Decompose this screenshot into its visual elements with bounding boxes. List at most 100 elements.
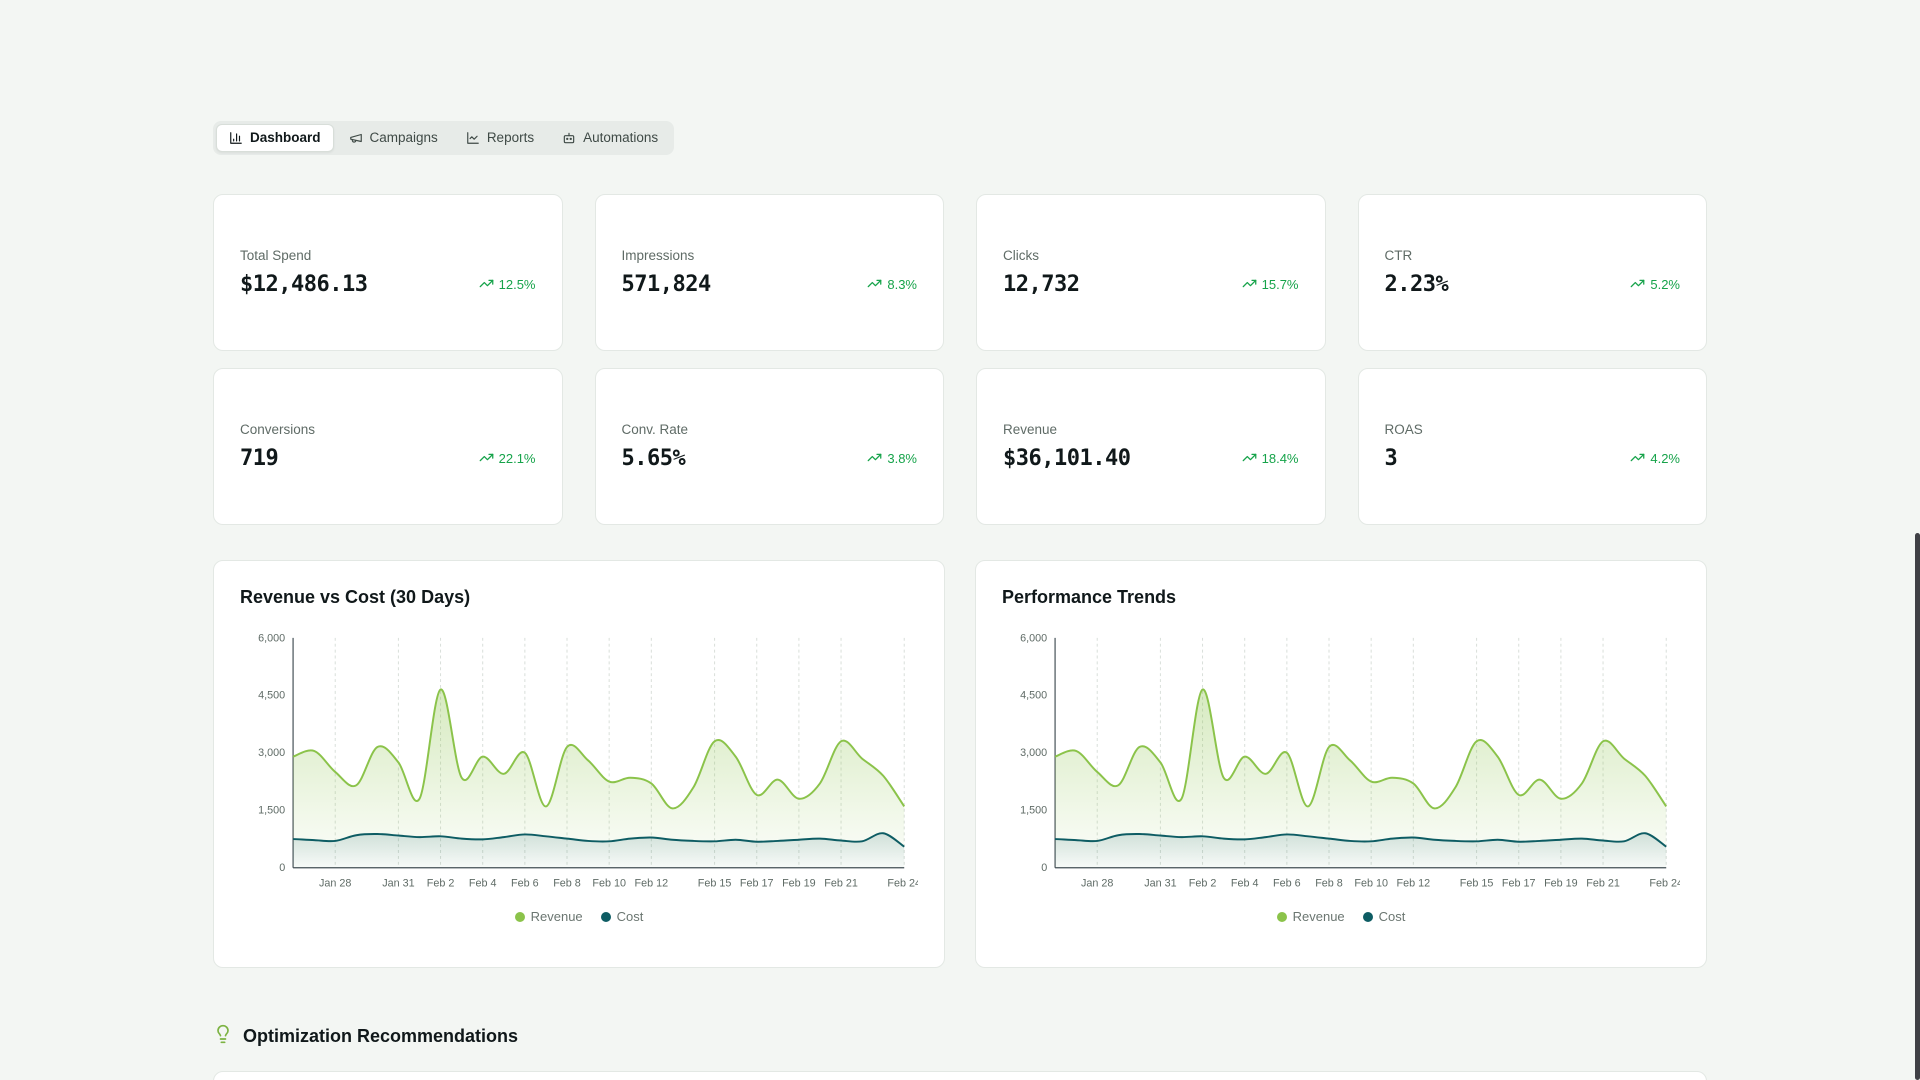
- tab-label: Campaigns: [369, 130, 438, 145]
- chart-card: Revenue vs Cost (30 Days) 0 1,500 3,000 4,5…: [213, 560, 945, 969]
- svg-text:Feb 8: Feb 8: [1315, 878, 1343, 890]
- svg-text:Feb 6: Feb 6: [1273, 878, 1301, 890]
- kpi-change: 4.2%: [1630, 450, 1680, 468]
- kpi-change-value: 12.5%: [498, 277, 536, 293]
- legend-dot: [600, 911, 611, 922]
- svg-text:Feb 2: Feb 2: [427, 878, 455, 890]
- svg-text:Feb 15: Feb 15: [1460, 878, 1494, 890]
- svg-text:6,000: 6,000: [1020, 632, 1047, 644]
- legend-label: Cost: [616, 909, 644, 925]
- legend-dot: [1276, 911, 1287, 922]
- kpi-change-value: 4.2%: [1650, 451, 1680, 467]
- svg-text:3,000: 3,000: [1020, 747, 1047, 759]
- charts-row: Revenue vs Cost (30 Days) 0 1,500 3,000 4,5…: [213, 560, 1707, 969]
- tab-label: Automations: [583, 130, 659, 145]
- svg-text:Jan 31: Jan 31: [1144, 878, 1176, 890]
- tab-campaigns[interactable]: Campaigns: [336, 124, 451, 152]
- legend-label: Revenue: [530, 909, 583, 925]
- svg-text:Feb 21: Feb 21: [1586, 878, 1620, 890]
- svg-text:Feb 17: Feb 17: [1502, 878, 1536, 890]
- kpi-card: Total Spend $12,486.13 12.5%: [213, 194, 563, 352]
- kpi-label: Impressions: [621, 248, 695, 264]
- kpi-change: 18.4%: [1242, 450, 1299, 468]
- chart-title: Revenue vs Cost (30 Days): [240, 587, 471, 608]
- kpi-change: 3.8%: [867, 450, 917, 468]
- svg-text:Feb 24: Feb 24: [887, 878, 918, 890]
- svg-text:1,500: 1,500: [258, 805, 285, 817]
- bot-icon: [562, 131, 576, 145]
- kpi-value: 719: [240, 446, 279, 472]
- recommendations-header: Optimization Recommendations: [213, 1024, 1707, 1049]
- kpi-value: $36,101.40: [1003, 446, 1131, 472]
- trending-up-icon: [867, 276, 882, 294]
- legend-label: Cost: [1378, 909, 1406, 925]
- dashboard-page: Dashboard Campaigns Reports Automations …: [213, 0, 1707, 1080]
- tab-automations[interactable]: Automations: [549, 124, 671, 152]
- lightbulb-icon: [213, 1024, 233, 1049]
- kpi-change: 8.3%: [867, 276, 917, 294]
- kpi-change-value: 8.3%: [887, 277, 917, 293]
- trending-up-icon: [1242, 276, 1257, 294]
- svg-text:Feb 21: Feb 21: [824, 878, 858, 890]
- tab-label: Dashboard: [250, 130, 321, 145]
- svg-text:0: 0: [279, 862, 285, 874]
- legend-item: Revenue: [1276, 909, 1345, 925]
- kpi-card: Conv. Rate 5.65% 3.8%: [594, 368, 944, 526]
- svg-text:Feb 12: Feb 12: [1397, 878, 1431, 890]
- tab-reports[interactable]: Reports: [453, 124, 547, 152]
- legend-dot: [1362, 911, 1373, 922]
- svg-text:Feb 19: Feb 19: [782, 878, 816, 890]
- svg-text:Feb 12: Feb 12: [635, 878, 669, 890]
- kpi-card: Conversions 719 22.1%: [213, 368, 563, 526]
- kpi-card: CTR 2.23% 5.2%: [1357, 194, 1707, 352]
- kpi-label: Conversions: [240, 422, 316, 438]
- kpi-value: 2.23%: [1384, 272, 1449, 298]
- legend-label: Revenue: [1292, 909, 1345, 925]
- kpi-value: $12,486.13: [240, 272, 368, 298]
- kpi-change-value: 15.7%: [1261, 277, 1299, 293]
- kpi-value: 571,824: [621, 272, 712, 298]
- svg-text:4,500: 4,500: [258, 690, 285, 702]
- recommendations-section: Optimization Recommendations: [213, 1024, 1707, 1080]
- legend-item: Cost: [600, 909, 644, 925]
- kpi-grid: Total Spend $12,486.13 12.5% Impressions…: [213, 194, 1707, 526]
- svg-text:3,000: 3,000: [258, 747, 285, 759]
- kpi-change-value: 3.8%: [887, 451, 917, 467]
- scrollbar-thumb[interactable]: [1915, 533, 1920, 1080]
- svg-text:Feb 10: Feb 10: [592, 878, 626, 890]
- line-chart-icon: [466, 131, 480, 145]
- svg-text:Feb 10: Feb 10: [1354, 878, 1388, 890]
- kpi-label: CTR: [1384, 248, 1413, 264]
- chart-card: Performance Trends 0 1,500 3,000 4,500 6,000…: [975, 560, 1707, 969]
- kpi-value: 3: [1384, 446, 1398, 472]
- chart-legend: Revenue Cost: [1002, 909, 1680, 924]
- kpi-value: 5.65%: [621, 446, 686, 472]
- kpi-change-value: 22.1%: [498, 451, 536, 467]
- kpi-change: 12.5%: [479, 276, 536, 294]
- svg-text:Jan 28: Jan 28: [1081, 878, 1113, 890]
- kpi-card: ROAS 3 4.2%: [1357, 368, 1707, 526]
- tab-bar: Dashboard Campaigns Reports Automations: [213, 121, 675, 156]
- kpi-label: ROAS: [1384, 422, 1423, 438]
- trending-up-icon: [1630, 276, 1645, 294]
- trending-up-icon: [479, 276, 494, 294]
- chart-plot: 0 1,500 3,000 4,500 6,000 Jan 28 Jan 31 Feb 2 Fe…: [1002, 628, 1680, 899]
- svg-text:Feb 4: Feb 4: [1231, 878, 1259, 890]
- tab-dashboard[interactable]: Dashboard: [216, 124, 334, 153]
- kpi-change-value: 18.4%: [1261, 451, 1299, 467]
- svg-text:Feb 4: Feb 4: [469, 878, 497, 890]
- svg-text:Jan 31: Jan 31: [382, 878, 414, 890]
- trending-up-icon: [1242, 450, 1257, 468]
- kpi-change: 15.7%: [1242, 276, 1299, 294]
- chart-plot: 0 1,500 3,000 4,500 6,000 Jan 28 Jan 31 Feb 2 Fe…: [240, 628, 918, 899]
- svg-text:Feb 19: Feb 19: [1544, 878, 1578, 890]
- kpi-label: Conv. Rate: [621, 422, 689, 438]
- legend-dot: [514, 911, 525, 922]
- kpi-card: Impressions 571,824 8.3%: [594, 194, 944, 352]
- megaphone-icon: [349, 131, 363, 145]
- svg-text:Feb 24: Feb 24: [1649, 878, 1680, 890]
- kpi-change: 5.2%: [1630, 276, 1680, 294]
- trending-up-icon: [867, 450, 882, 468]
- trending-up-icon: [479, 450, 494, 468]
- kpi-label: Clicks: [1003, 248, 1039, 264]
